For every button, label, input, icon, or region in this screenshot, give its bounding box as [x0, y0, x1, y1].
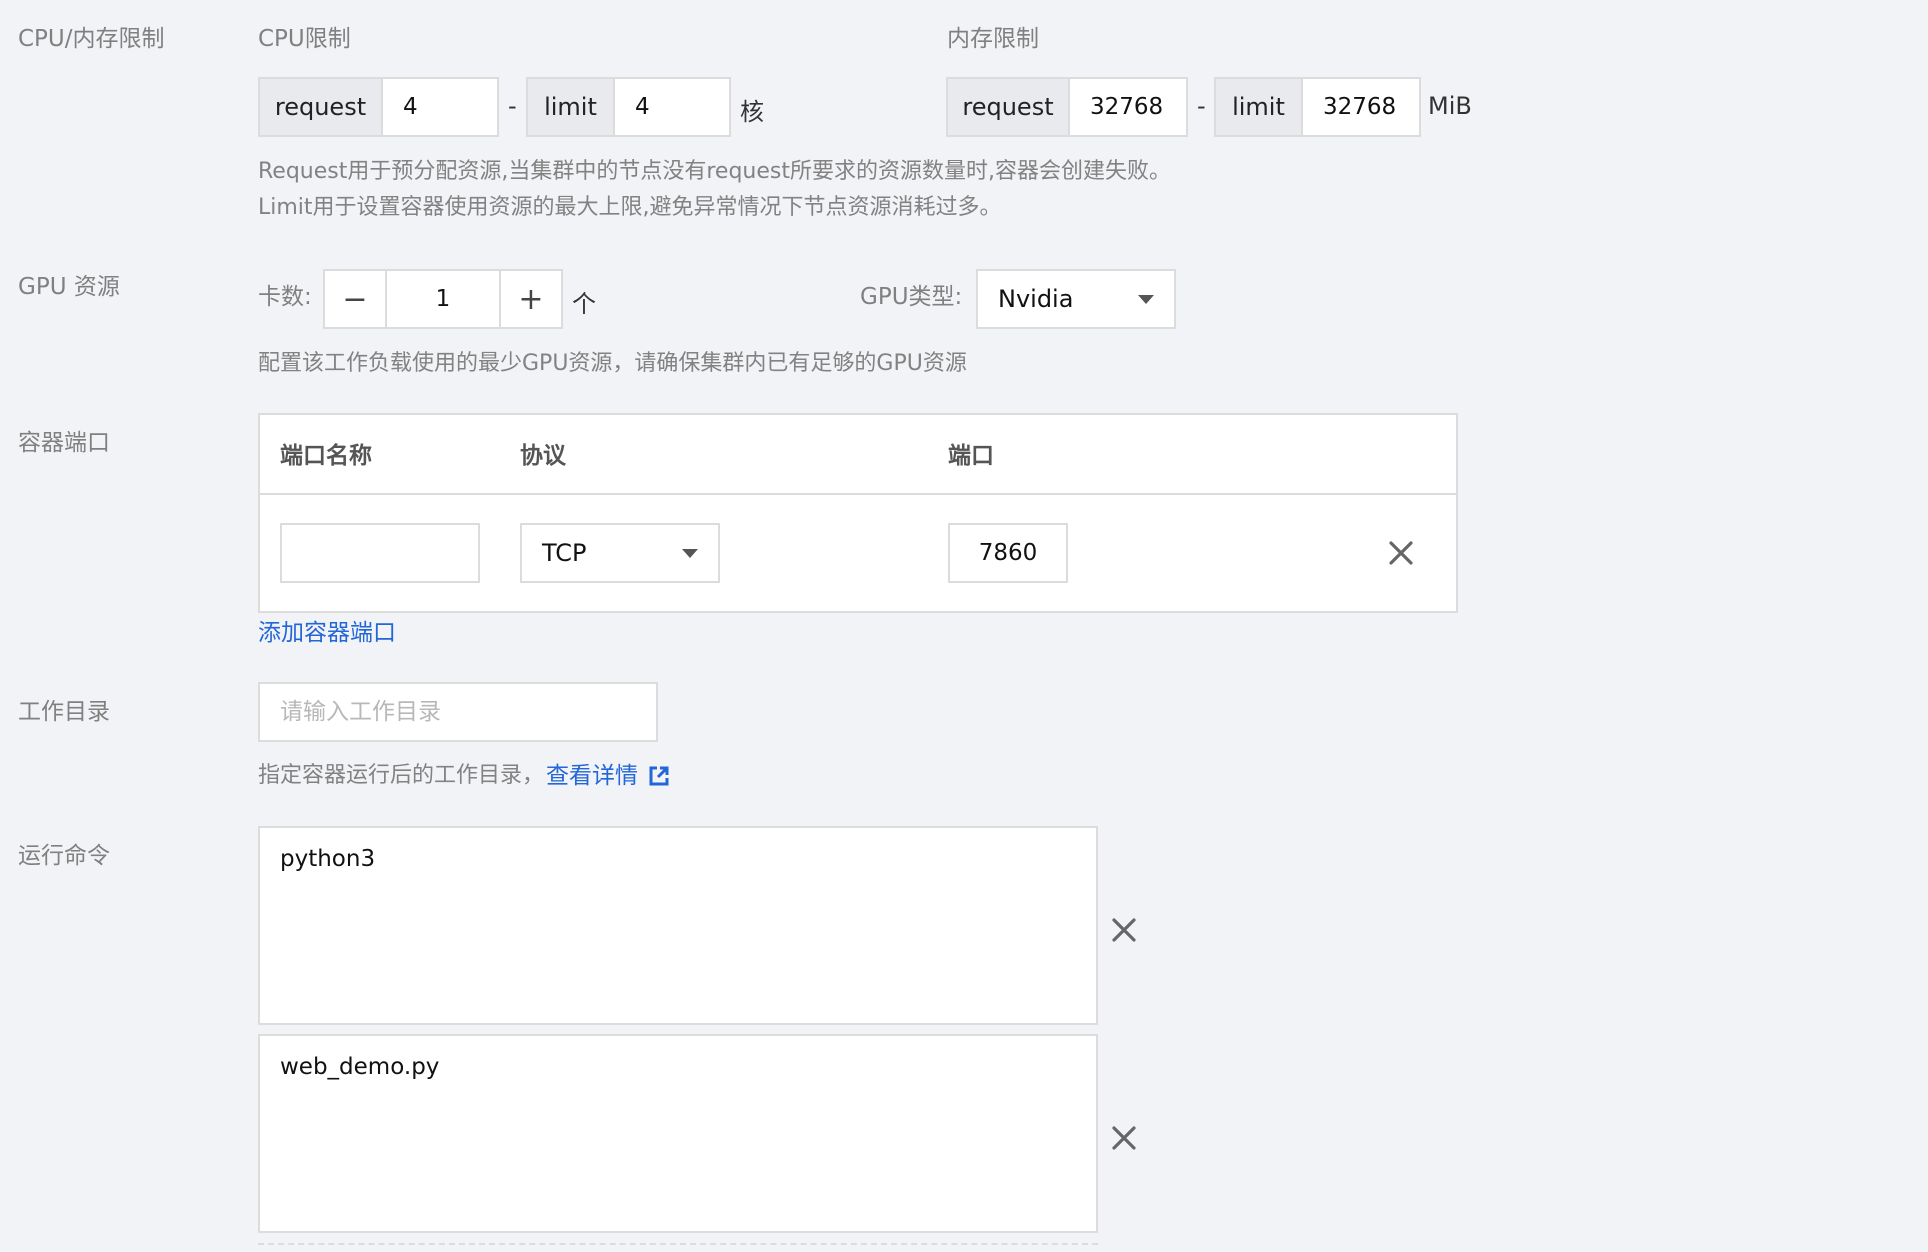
cpu-limit-addon: limit	[526, 77, 615, 137]
cpu-unit: 核	[740, 98, 764, 126]
port-name-input[interactable]	[280, 523, 480, 583]
gpu-count-label: 卡数:	[258, 284, 312, 310]
resource-help-limit: Limit用于设置容器使用资源的最大上限,避免异常情况下节点资源消耗过多。	[258, 195, 1002, 220]
increment-button[interactable]: +	[499, 271, 561, 327]
cpu-limit-title: CPU限制	[258, 26, 351, 52]
gpu-type-select[interactable]: Nvidia	[976, 269, 1176, 329]
view-details-label: 查看详情	[546, 763, 639, 789]
chevron-down-icon	[1138, 295, 1154, 304]
delete-port-button[interactable]	[1386, 538, 1416, 568]
memory-request-addon: request	[946, 77, 1070, 137]
workdir-help: 指定容器运行后的工作目录， 查看详情	[258, 758, 670, 794]
cpu-memory-label: CPU/内存限制	[18, 26, 165, 52]
gpu-count-input[interactable]: 1	[387, 271, 499, 327]
external-link-icon	[649, 766, 669, 786]
container-ports-label: 容器端口	[18, 430, 110, 456]
close-icon	[1389, 541, 1413, 565]
close-icon	[1112, 1126, 1136, 1150]
command-entry-2[interactable]: web_demo.py	[258, 1034, 1098, 1233]
view-details-link[interactable]: 查看详情	[546, 761, 670, 791]
memory-range-separator: -	[1197, 92, 1206, 120]
column-header-port-name: 端口名称	[280, 443, 372, 469]
port-input[interactable]: 7860	[948, 523, 1068, 583]
memory-limit-addon: limit	[1214, 77, 1303, 137]
column-header-protocol: 协议	[520, 443, 566, 469]
decrement-button[interactable]: −	[325, 271, 387, 327]
run-command-label: 运行命令	[18, 843, 110, 869]
workdir-help-text: 指定容器运行后的工作目录，	[258, 763, 545, 788]
table-row: TCP 7860	[260, 495, 1456, 611]
add-command-placeholder[interactable]	[258, 1243, 1098, 1252]
resource-help-request: Request用于预分配资源,当集群中的节点没有request所要求的资源数量时…	[258, 159, 1171, 184]
gpu-help: 配置该工作负载使用的最少GPU资源，请确保集群内已有足够的GPU资源	[258, 351, 967, 376]
ports-table-header: 端口名称 协议 端口	[260, 415, 1456, 495]
ports-table: 端口名称 协议 端口 TCP 7860	[258, 413, 1458, 613]
command-entry-1[interactable]: python3	[258, 826, 1098, 1025]
cpu-range-separator: -	[508, 92, 517, 120]
protocol-select[interactable]: TCP	[520, 523, 720, 583]
memory-limit-title: 内存限制	[947, 26, 1039, 52]
memory-limit-input[interactable]: 32768	[1301, 77, 1421, 137]
memory-request-input[interactable]: 32768	[1068, 77, 1188, 137]
cpu-request-addon: request	[258, 77, 383, 137]
gpu-count-unit: 个	[572, 290, 596, 318]
delete-command-2-button[interactable]	[1109, 1123, 1139, 1153]
close-icon	[1112, 918, 1136, 942]
workdir-input[interactable]	[258, 682, 658, 742]
cpu-request-input[interactable]: 4	[381, 77, 499, 137]
chevron-down-icon	[682, 549, 698, 558]
delete-command-1-button[interactable]	[1109, 915, 1139, 945]
workdir-label: 工作目录	[18, 699, 110, 725]
gpu-type-label: GPU类型:	[860, 284, 963, 310]
gpu-type-value: Nvidia	[998, 285, 1074, 313]
add-container-port-link[interactable]: 添加容器端口	[258, 618, 396, 648]
memory-unit: MiB	[1428, 92, 1472, 120]
gpu-resource-label: GPU 资源	[18, 274, 120, 300]
gpu-count-stepper: − 1 +	[323, 269, 563, 329]
cpu-limit-input[interactable]: 4	[613, 77, 731, 137]
column-header-port: 端口	[948, 443, 994, 469]
protocol-value: TCP	[542, 539, 587, 567]
